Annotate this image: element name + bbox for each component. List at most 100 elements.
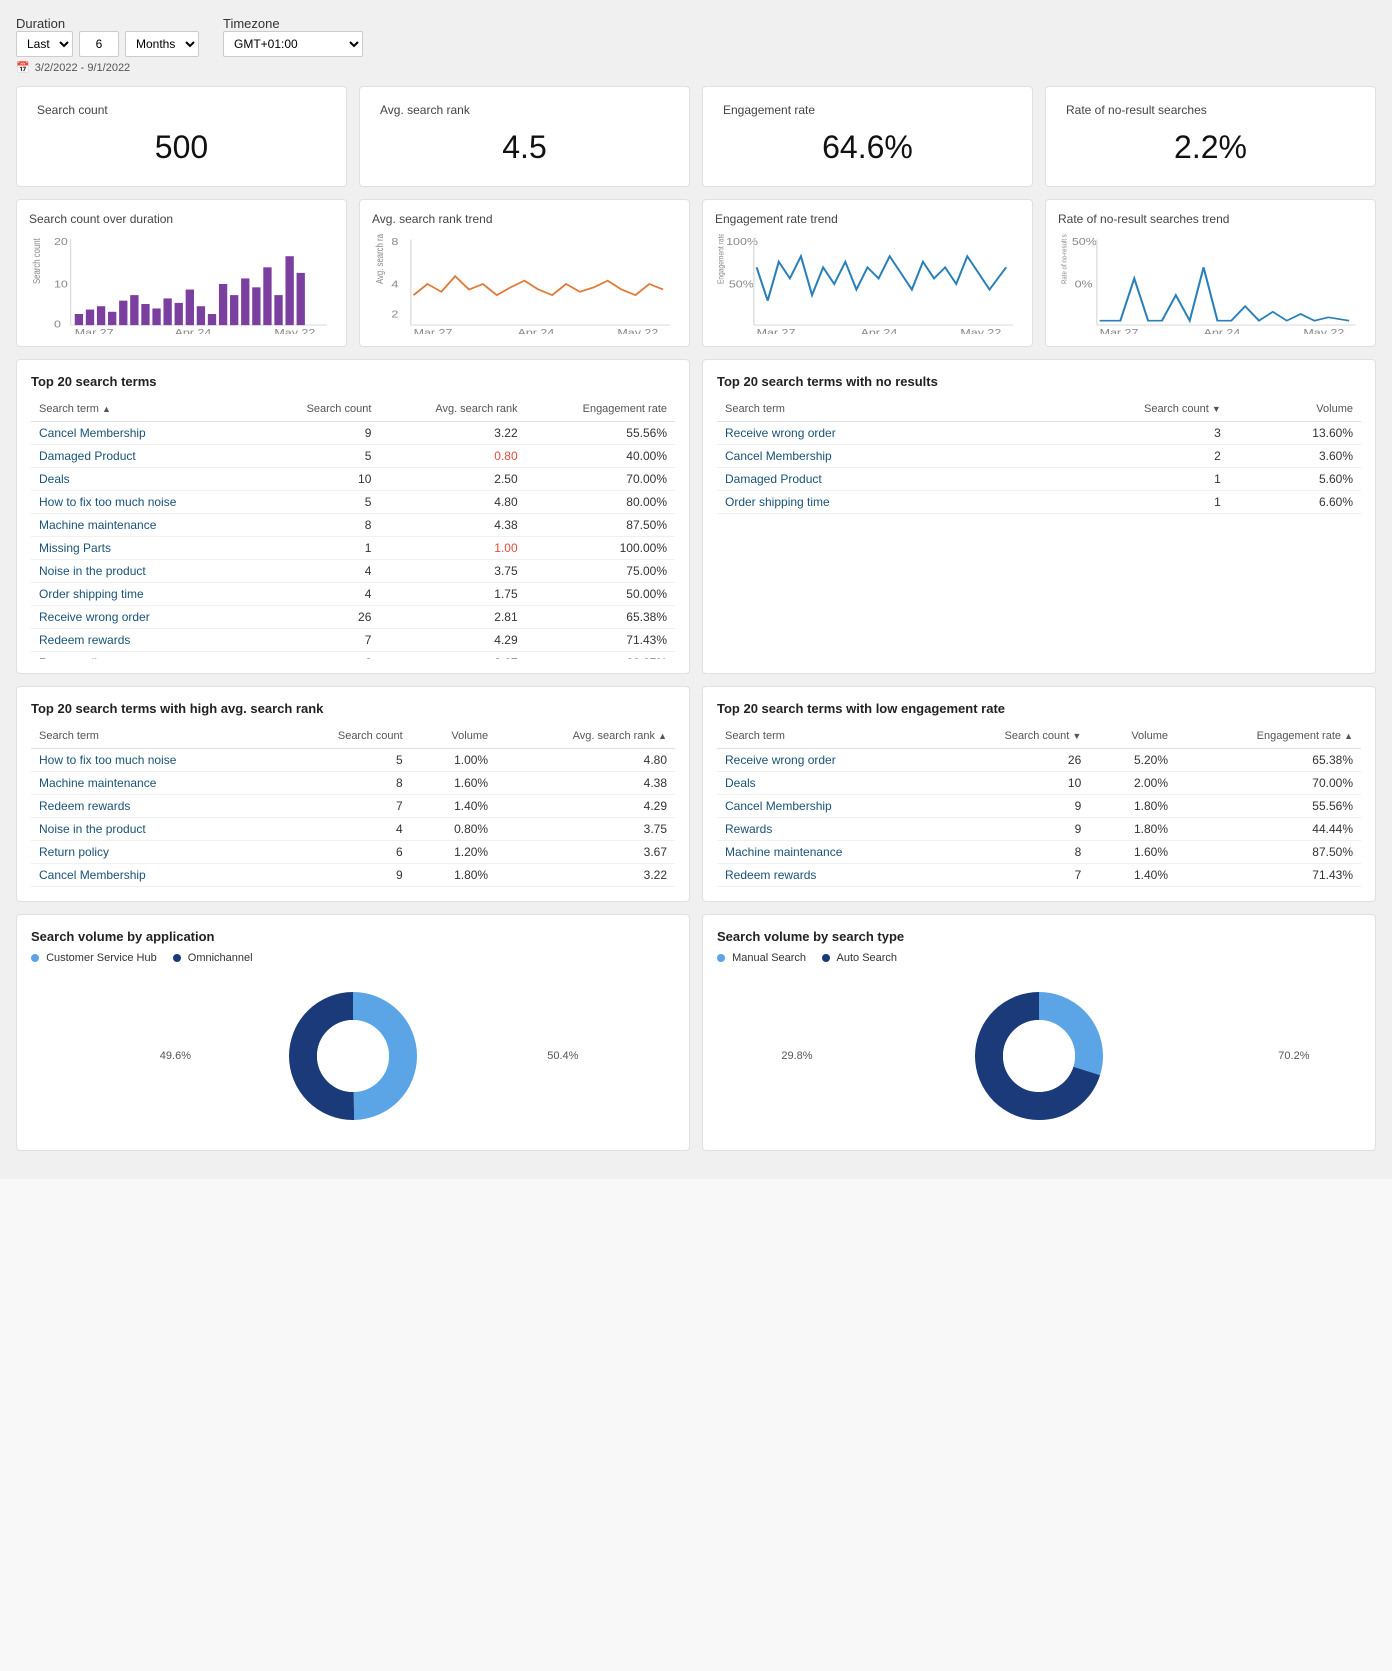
engagement-cell: 70.00% [1176,772,1361,795]
col-le-count[interactable]: Search count ▼ [937,726,1090,749]
stat-card-no-result: Rate of no-result searches 2.2% [1045,86,1376,187]
col-nr-term[interactable]: Search term [717,399,1012,422]
period-select[interactable]: Months Days Weeks [125,31,199,57]
legend-dot-hub [31,954,39,962]
count-cell: 9 [280,864,411,887]
stat-card-engagement: Engagement rate 64.6% [702,86,1033,187]
table-row: Noise in the product 4 0.80% 3.75 [31,818,675,841]
top20-terms-scroll[interactable]: Search term ▲ Search count Avg. search r… [31,399,675,659]
col-search-count[interactable]: Search count [259,399,379,422]
table-row: Redeem rewards 7 1.40% 71.43% [717,864,1361,887]
top20-terms-title: Top 20 search terms [31,374,675,389]
col-engagement[interactable]: Engagement rate [526,399,675,422]
count-cell: 6 [280,841,411,864]
count-cell: 10 [937,772,1090,795]
engagement-cell: 71.43% [526,629,675,652]
legend-hub: Customer Service Hub [31,952,157,964]
top20-no-results-title: Top 20 search terms with no results [717,374,1361,389]
col-le-engagement[interactable]: Engagement rate ▲ [1176,726,1361,749]
stat-value-2: 64.6% [723,129,1012,166]
top20-terms-table: Search term ▲ Search count Avg. search r… [31,399,675,659]
engagement-chart: 100% 50% Mar 27 Apr 24 May 22 Engagement… [715,234,1020,334]
legend-omni: Omnichannel [173,952,253,964]
count-cell: 6 [259,652,379,660]
count-cell: 26 [937,749,1090,772]
engagement-cell: 75.00% [526,560,675,583]
table-row: Deals 10 2.50 70.00% [31,468,675,491]
stat-card-avg-rank: Avg. search rank 4.5 [359,86,690,187]
donut-type-legend: Manual Search Auto Search [717,952,1361,964]
col-hr-count[interactable]: Search count [280,726,411,749]
date-range-text: 3/2/2022 - 9/1/2022 [35,62,130,74]
table-row: Redeem rewards 7 1.40% 4.29 [31,795,675,818]
stat-value-0: 500 [37,129,326,166]
svg-text:May 22: May 22 [274,328,315,334]
term-cell: How to fix too much noise [31,749,280,772]
top20-no-results-scroll[interactable]: Search term Search count ▼ Volume Receiv… [717,399,1361,514]
svg-text:0: 0 [54,319,61,330]
stat-label-2: Engagement rate [723,103,1012,117]
rank-cell: 4.38 [496,772,675,795]
svg-text:2: 2 [391,309,398,320]
avg-rank-chart: 8 4 2 Mar 27 Apr 24 May 22 Avg. search r… [372,234,677,334]
col-search-term[interactable]: Search term ▲ [31,399,259,422]
col-hr-rank[interactable]: Avg. search rank ▲ [496,726,675,749]
count-cell: 1 [259,537,379,560]
table-row: Deals 10 2.00% 70.00% [717,772,1361,795]
top20-high-rank-scroll[interactable]: Search term Search count Volume Avg. sea… [31,726,675,887]
top20-low-engagement-title: Top 20 search terms with low engagement … [717,701,1361,716]
count-cell: 5 [259,445,379,468]
col-avg-rank[interactable]: Avg. search rank [379,399,525,422]
col-le-volume[interactable]: Volume [1089,726,1176,749]
count-cell: 7 [280,795,411,818]
last-select[interactable]: Last [16,31,73,57]
col-le-term[interactable]: Search term [717,726,937,749]
duration-filter: Duration Last Months Days Weeks 📅 3/2/20… [16,16,199,74]
table-row: Machine maintenance 8 4.38 87.50% [31,514,675,537]
count-cell: 4 [259,560,379,583]
svg-text:4: 4 [391,279,398,290]
top20-no-results-card: Top 20 search terms with no results Sear… [702,359,1376,674]
term-cell: Redeem rewards [717,864,937,887]
count-cell: 4 [280,818,411,841]
count-input[interactable] [79,31,119,57]
count-cell: 5 [280,749,411,772]
search-count-chart: 20 10 0 [29,234,334,334]
term-cell: Machine maintenance [31,514,259,537]
col-hr-term[interactable]: Search term [31,726,280,749]
col-hr-volume[interactable]: Volume [411,726,496,749]
top20-tables-row: Top 20 search terms Search term ▲ Search… [16,359,1376,674]
engagement-cell: 70.00% [526,468,675,491]
count-cell: 8 [259,514,379,537]
term-cell: Return policy [31,841,280,864]
term-cell: Damaged Product [31,445,259,468]
rank-cell: 3.75 [496,818,675,841]
col-nr-count[interactable]: Search count ▼ [1012,399,1228,422]
trend-label-2: Engagement rate trend [715,212,1020,226]
timezone-select[interactable]: GMT+01:00 [223,31,363,57]
table-row: Receive wrong order 26 2.81 65.38% [31,606,675,629]
table-row: Receive wrong order 3 13.60% [717,422,1361,445]
donut-app-left-label: 49.6% [160,1050,191,1062]
duration-label: Duration [16,16,65,31]
table-row: Receive wrong order 26 5.20% 65.38% [717,749,1361,772]
legend-label-auto: Auto Search [837,952,898,964]
svg-text:10: 10 [54,279,68,290]
table-row: Cancel Membership 2 3.60% [717,445,1361,468]
count-cell: 7 [937,864,1090,887]
trend-label-0: Search count over duration [29,212,334,226]
donut-type-left-label: 29.8% [781,1050,812,1062]
donut-type-area: 29.8% 70.2% [717,976,1361,1136]
legend-manual: Manual Search [717,952,806,964]
svg-text:Apr 24: Apr 24 [175,328,212,334]
engagement-cell: 100.00% [526,537,675,560]
rank-cell: 3.67 [379,652,525,660]
volume-cell: 1.20% [411,841,496,864]
trend-card-no-result: Rate of no-result searches trend 50% 0% … [1045,199,1376,347]
col-nr-volume[interactable]: Volume [1229,399,1361,422]
top20-low-engagement-scroll[interactable]: Search term Search count ▼ Volume Engage… [717,726,1361,887]
trend-label-1: Avg. search rank trend [372,212,677,226]
rank-cell: 3.67 [496,841,675,864]
trend-label-3: Rate of no-result searches trend [1058,212,1363,226]
stat-label-0: Search count [37,103,326,117]
